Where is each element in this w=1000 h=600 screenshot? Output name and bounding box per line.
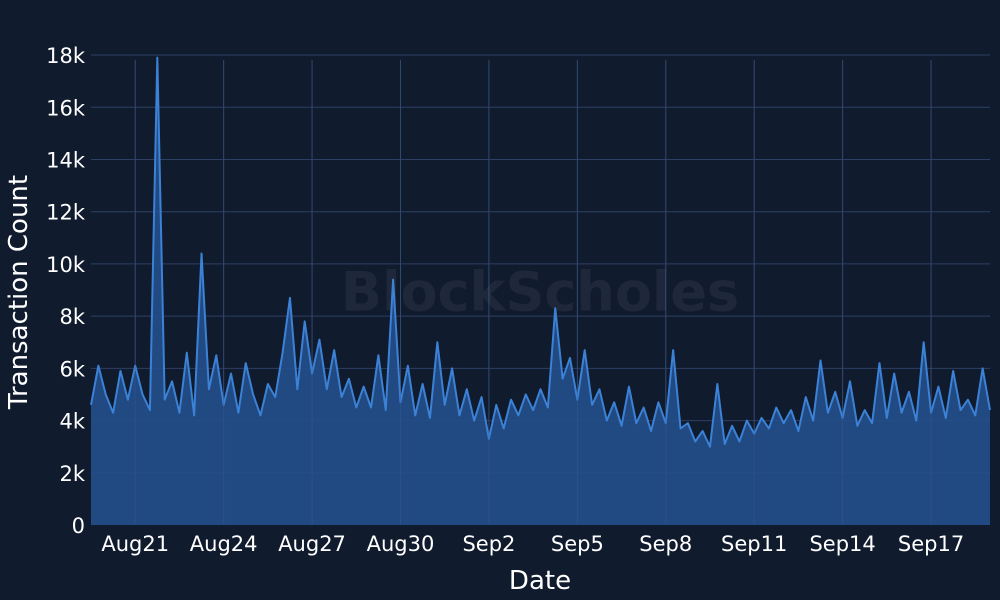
y-tick-label: 16k xyxy=(46,96,86,120)
x-tick-label: Sep8 xyxy=(639,532,692,556)
y-tick-label: 6k xyxy=(59,357,85,381)
x-tick-label: Sep17 xyxy=(898,532,964,556)
x-tick-label: Aug27 xyxy=(278,532,346,556)
y-tick-label: 4k xyxy=(59,410,85,434)
y-tick-label: 12k xyxy=(46,201,86,225)
x-tick-label: Aug24 xyxy=(190,532,258,556)
y-tick-label: 0 xyxy=(72,514,85,538)
x-tick-label: Sep2 xyxy=(462,532,515,556)
y-tick-label: 2k xyxy=(59,462,85,486)
x-tick-label: Sep5 xyxy=(551,532,604,556)
y-tick-label: 8k xyxy=(59,305,85,329)
x-tick-label: Sep11 xyxy=(721,532,787,556)
y-axis-title: Transaction Count xyxy=(4,175,34,410)
y-tick-label: 10k xyxy=(46,253,86,277)
x-tick-label: Aug21 xyxy=(101,532,169,556)
y-tick-label: 14k xyxy=(46,148,86,172)
x-tick-label: Sep14 xyxy=(809,532,875,556)
x-axis-title: Date xyxy=(509,566,571,596)
transaction-count-chart: BlockScholes 02k4k6k8k10k12k14k16k18k Au… xyxy=(0,0,1000,600)
x-tick-label: Aug30 xyxy=(367,532,435,556)
y-tick-label: 18k xyxy=(46,44,86,68)
